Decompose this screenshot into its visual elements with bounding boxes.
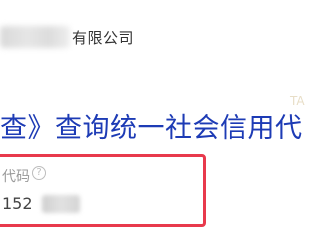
redacted-company-name xyxy=(0,26,70,48)
highlight-box xyxy=(0,154,206,227)
redacted-credit-code xyxy=(42,195,80,213)
instruction-caption: 查》查询统一社会信用代 xyxy=(0,113,303,144)
company-name-row: 有限公司 xyxy=(0,0,319,72)
credit-code-label: 代码 xyxy=(2,169,30,185)
credit-code-value: 152 xyxy=(2,194,33,213)
company-name-suffix: 有限公司 xyxy=(72,29,135,47)
question-circle-icon[interactable]: ? xyxy=(32,166,46,180)
